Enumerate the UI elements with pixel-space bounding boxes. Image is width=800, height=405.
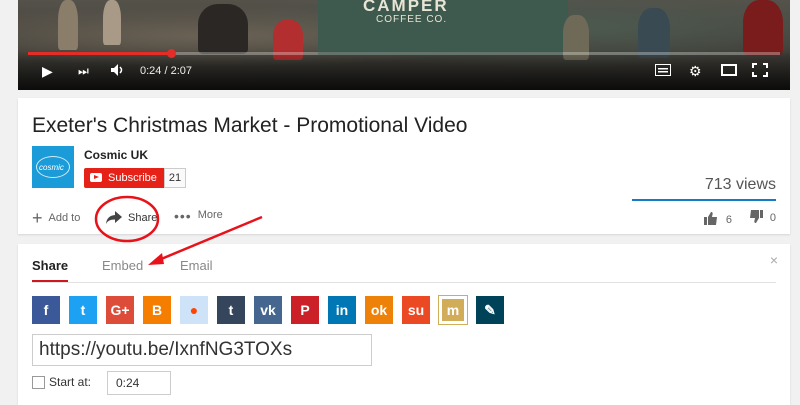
progress-bar[interactable] [28,49,780,58]
figure [743,0,783,55]
logo-text: cosmic [39,163,64,172]
fullscreen-icon[interactable] [752,63,768,80]
settings-gear-icon[interactable]: ⚙ [689,63,702,79]
share-url-input[interactable]: https://youtu.be/IxnfNG3TOXs [32,334,372,366]
pinterest-share-icon[interactable]: P [291,296,319,324]
tumblr-share-icon[interactable]: t [217,296,245,324]
plus-icon: + [32,208,43,228]
more-label: More [197,209,223,221]
odnoklassniki-share-icon[interactable]: ok [365,296,393,324]
figure [198,4,248,54]
figure [103,0,121,45]
thumbs-up-icon [703,210,722,226]
channel-logo[interactable]: cosmic [32,146,74,188]
google-plus-share-icon[interactable]: G+ [106,296,134,324]
play-icon[interactable]: ▶ [42,63,53,79]
thumbs-down-icon [749,210,766,224]
dislike-button[interactable]: 0 [749,210,776,224]
dislike-count: 0 [769,212,776,224]
start-at-time-input[interactable]: 0:24 [107,371,171,395]
youtube-icon [90,173,102,182]
channel-name[interactable]: Cosmic UK [84,148,148,162]
more-button[interactable]: ••• More [174,208,223,224]
share-label: Share [128,212,158,224]
captions-icon[interactable] [655,63,671,79]
stumbleupon-share-icon[interactable]: su [402,296,430,324]
video-title: Exeter's Christmas Market - Promotional … [32,114,468,137]
scene-subtext: COFFEE CO. [376,14,448,25]
tab-share[interactable]: Share [32,258,68,273]
start-at-label: Start at: [49,375,92,389]
active-tab-indicator [32,280,68,282]
volume-icon[interactable] [110,63,126,80]
twitter-share-icon[interactable]: t [69,296,97,324]
blogger-share-icon[interactable]: B [143,296,171,324]
add-to-label: Add to [48,212,81,224]
next-icon[interactable]: ⏭ [78,63,89,79]
view-count: 713 views [704,176,776,193]
scrubber-handle[interactable] [166,49,176,58]
share-panel: Share Embed Email × f t G+ B ● t vk Pin ok su m ✎ h… [18,244,790,405]
video-info: Exeter's Christmas Market - Promotional … [18,98,790,234]
figure [58,0,78,50]
like-button[interactable]: 6 [703,210,732,226]
share-arrow-icon [106,208,122,229]
subscriber-count: 21 [164,168,186,188]
page: CAMPER COFFEE CO. ▶ ⏭ 0:24 / 2:07 ⚙ Exet… [0,0,800,405]
share-button[interactable]: Share [106,208,157,229]
time-display: 0:24 / 2:07 [140,65,192,77]
sentiment-bar [632,199,776,201]
start-at-checkbox[interactable] [32,376,45,389]
vk-share-icon[interactable]: vk [254,296,282,324]
livejournal-share-icon[interactable]: ✎ [476,296,504,324]
like-count: 6 [725,214,732,226]
linkedin-share-icon[interactable]: in [328,296,356,324]
reddit-share-icon[interactable]: ● [180,296,208,324]
more-dots-icon: ••• [174,208,192,224]
facebook-share-icon[interactable]: f [32,296,60,324]
progress-fill [28,52,171,55]
mixi-share-icon[interactable]: m [438,295,468,325]
theater-mode-icon[interactable] [721,63,737,79]
close-icon[interactable]: × [770,252,778,268]
tab-divider [32,282,776,283]
tab-email[interactable]: Email [180,258,213,273]
tab-embed[interactable]: Embed [102,258,143,273]
control-bar [18,50,790,90]
video-player[interactable]: CAMPER COFFEE CO. ▶ ⏭ 0:24 / 2:07 ⚙ [18,0,790,90]
add-to-button[interactable]: + Add to [32,208,80,229]
subscribe-label: Subscribe [108,172,157,184]
